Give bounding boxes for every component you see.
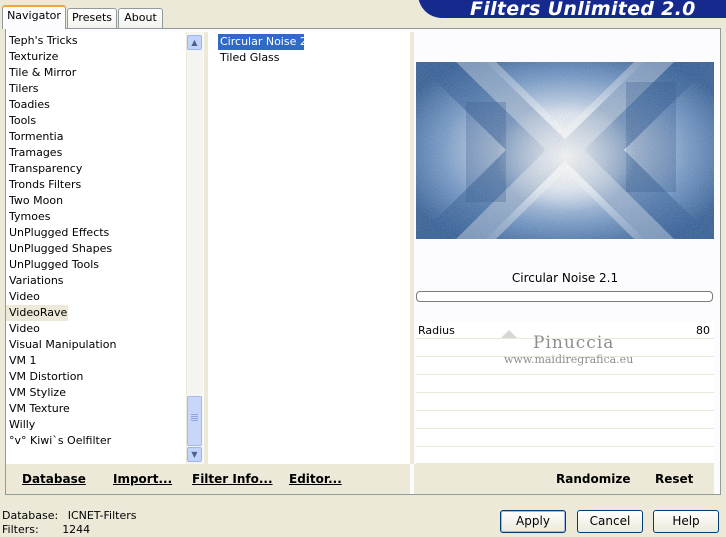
import-button[interactable]: Import... — [113, 472, 172, 486]
slider-thumb[interactable] — [501, 330, 517, 338]
param-name: Radius — [418, 324, 455, 337]
tab-navigator[interactable]: Navigator — [2, 5, 66, 29]
pane-divider-right — [410, 32, 414, 464]
category-item[interactable]: °v° Kiwi`s Oelfilter — [6, 433, 186, 449]
category-item[interactable]: VideoRave — [6, 305, 68, 321]
category-item[interactable]: UnPlugged Effects — [6, 225, 186, 241]
filters-label: Filters: — [2, 523, 39, 536]
preview-graphic — [416, 62, 714, 239]
database-label: Database: — [2, 509, 59, 522]
filters-status: Filters: 1244 — [2, 523, 90, 536]
category-item[interactable]: VM Texture — [6, 401, 186, 417]
help-button[interactable]: Help — [653, 510, 719, 533]
apply-button[interactable]: Apply — [500, 510, 566, 533]
database-status: Database: ICNET-Filters — [2, 509, 136, 522]
reset-button[interactable]: Reset — [655, 472, 693, 486]
param-row-empty — [416, 430, 714, 447]
category-item[interactable]: Tools — [6, 113, 186, 129]
filter-list[interactable]: Circular Noise 2.1 Tiled Glass — [208, 32, 410, 464]
tab-about[interactable]: About — [118, 8, 163, 28]
filter-item[interactable]: Circular Noise 2.1 — [218, 34, 317, 50]
scrollbar-thumb[interactable] — [187, 396, 202, 446]
app-title: Filters Unlimited 2.0 — [470, 0, 696, 20]
category-item[interactable]: UnPlugged Tools — [6, 257, 186, 273]
scroll-up-arrow-icon[interactable]: ▲ — [187, 35, 202, 50]
progress-bar — [416, 291, 713, 302]
param-row-empty — [416, 394, 714, 411]
category-item[interactable]: Visual Manipulation — [6, 337, 186, 353]
category-item[interactable]: Toadies — [6, 97, 186, 113]
category-item[interactable]: Tronds Filters — [6, 177, 186, 193]
param-value: 80 — [696, 324, 710, 337]
watermark-url: www.maidiregrafica.eu — [504, 353, 634, 366]
param-row-empty — [416, 448, 714, 464]
filters-count: 1244 — [62, 523, 91, 536]
filter-item[interactable]: Tiled Glass — [218, 50, 410, 66]
category-item[interactable]: Tormentia — [6, 129, 186, 145]
category-item[interactable]: Transparency — [6, 161, 186, 177]
category-item[interactable]: Video — [6, 321, 186, 337]
category-item[interactable]: Variations — [6, 273, 186, 289]
scroll-down-arrow-icon[interactable]: ▼ — [187, 447, 202, 462]
database-button[interactable]: Database — [22, 472, 86, 486]
category-item[interactable]: UnPlugged Shapes — [6, 241, 186, 257]
filter-info-button[interactable]: Filter Info... — [192, 472, 273, 486]
randomize-button[interactable]: Randomize — [556, 472, 630, 486]
category-item[interactable]: Two Moon — [6, 193, 186, 209]
category-item[interactable]: VM Stylize — [6, 385, 186, 401]
category-item[interactable]: Tile & Mirror — [6, 65, 186, 81]
category-item[interactable]: Texturize — [6, 49, 186, 65]
category-item[interactable]: Willy — [6, 417, 186, 433]
category-item[interactable]: Tilers — [6, 81, 186, 97]
category-item[interactable]: VM Distortion — [6, 369, 186, 385]
cancel-button[interactable]: Cancel — [577, 510, 643, 533]
watermark-title: Pinuccia — [533, 333, 615, 353]
param-row-empty — [416, 412, 714, 429]
editor-button[interactable]: Editor... — [289, 472, 342, 486]
category-item[interactable]: Video — [6, 289, 186, 305]
preview-caption: Circular Noise 2.1 — [511, 271, 619, 285]
category-item[interactable]: VM 1 — [6, 353, 186, 369]
category-item[interactable]: Tymoes — [6, 209, 186, 225]
param-row-empty — [416, 376, 714, 393]
category-list[interactable]: Teph's Tricks Texturize Tile & Mirror Tiler… — [6, 32, 186, 464]
database-value: ICNET-Filters — [67, 509, 137, 522]
filter-preview-image — [416, 62, 714, 239]
category-item[interactable]: Tramages — [6, 145, 186, 161]
category-item[interactable]: Teph's Tricks — [6, 33, 186, 49]
tab-presets[interactable]: Presets — [67, 8, 117, 28]
